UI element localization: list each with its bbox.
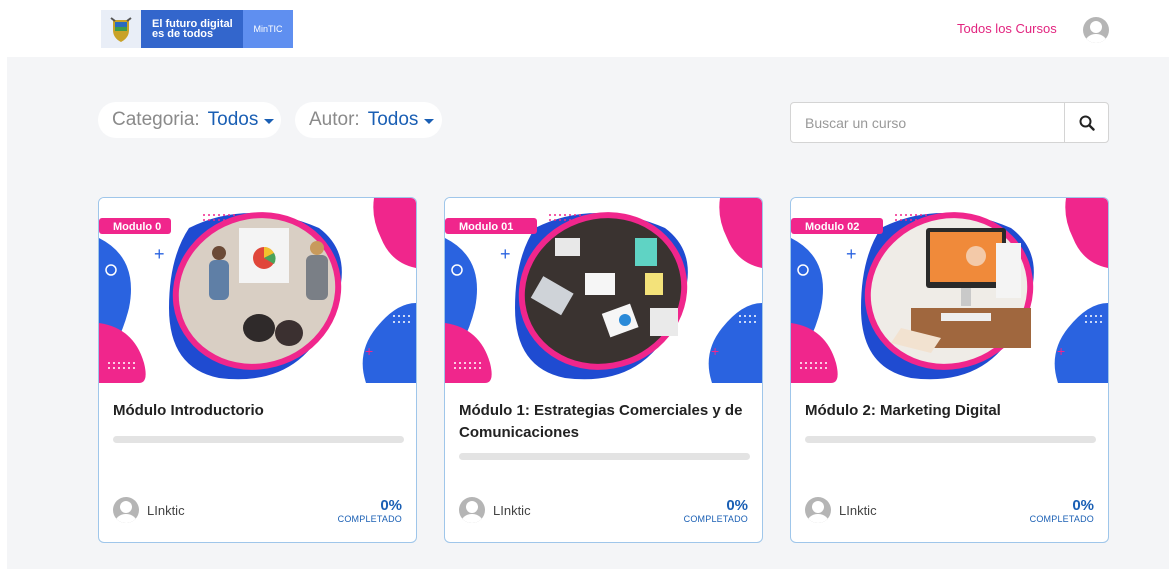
course-author: LInktic	[805, 497, 877, 523]
category-filter-label: Categoria:	[112, 109, 200, 130]
completion-percent: 0%	[726, 497, 748, 514]
search-box	[790, 102, 1109, 143]
category-filter-value[interactable]: Todos	[208, 109, 259, 131]
logo-text-block: El futuro digital es de todos	[141, 10, 243, 48]
svg-text:+: +	[1025, 210, 1033, 226]
author-name: LInktic	[839, 502, 877, 518]
logo-text: El futuro digital es de todos	[152, 18, 233, 40]
category-filter[interactable]: Categoria: Todos	[98, 102, 281, 138]
author-name: LInktic	[493, 502, 531, 518]
author-filter-label: Autor:	[309, 109, 360, 130]
mintic-badge: MinTIC	[243, 10, 293, 48]
course-banner-image[interactable]: Modulo 02 + + +	[791, 198, 1108, 383]
caret-down-icon	[424, 119, 435, 124]
svg-text:+: +	[846, 244, 857, 264]
completion-label: COMPLETADO	[1029, 514, 1094, 524]
caret-down-icon	[264, 119, 275, 124]
svg-text:+: +	[154, 244, 165, 264]
module-badge: Modulo 02	[805, 221, 859, 233]
course-card[interactable]: Modulo 0 + + + Módulo Introductorio LInk…	[98, 197, 417, 543]
user-avatar-icon[interactable]	[1083, 17, 1109, 43]
course-banner-image[interactable]: Modulo 01 + + +	[445, 198, 762, 383]
author-filter-value[interactable]: Todos	[368, 109, 419, 131]
svg-text:+: +	[711, 343, 719, 359]
author-filter[interactable]: Autor: Todos	[295, 102, 442, 138]
top-header: El futuro digital es de todos MinTIC Tod…	[0, 0, 1169, 57]
course-card[interactable]: Modulo 01 + + + Módulo 1: Estrategias Co…	[444, 197, 763, 543]
author-avatar-icon	[113, 497, 139, 523]
completion-percent: 0%	[380, 497, 402, 514]
course-progress-bar	[805, 436, 1096, 443]
svg-text:+: +	[333, 210, 341, 226]
course-title[interactable]: Módulo 2: Marketing Digital	[805, 400, 1100, 422]
course-banner-image[interactable]: Modulo 0 + + +	[99, 198, 416, 383]
svg-text:+: +	[1057, 343, 1065, 359]
author-name: LInktic	[147, 502, 185, 518]
coat-of-arms-icon	[101, 10, 141, 48]
course-card[interactable]: Modulo 02 + + + Módulo 2: Marketing Digi…	[790, 197, 1109, 543]
completion-percent: 0%	[1072, 497, 1094, 514]
gov-logo[interactable]: El futuro digital es de todos MinTIC	[101, 10, 293, 48]
course-author: LInktic	[113, 497, 185, 523]
module-badge: Modulo 0	[113, 221, 161, 233]
course-author: LInktic	[459, 497, 531, 523]
search-icon	[1079, 115, 1095, 131]
course-title[interactable]: Módulo Introductorio	[113, 400, 408, 422]
course-progress-bar	[113, 436, 404, 443]
svg-text:+: +	[365, 343, 373, 359]
course-completion: 0% COMPLETADO	[1030, 497, 1094, 524]
search-input[interactable]	[791, 103, 1064, 142]
module-badge: Modulo 01	[459, 221, 513, 233]
search-button[interactable]	[1064, 103, 1108, 142]
author-avatar-icon	[805, 497, 831, 523]
completion-label: COMPLETADO	[683, 514, 748, 524]
course-progress-bar	[459, 453, 750, 460]
all-courses-link[interactable]: Todos los Cursos	[957, 21, 1057, 36]
course-completion: 0% COMPLETADO	[684, 497, 748, 524]
main-content: Categoria: Todos Autor: Todos Buscar un …	[7, 57, 1169, 569]
svg-text:+: +	[500, 244, 511, 264]
course-completion: 0% COMPLETADO	[338, 497, 402, 524]
author-avatar-icon	[459, 497, 485, 523]
svg-text:+: +	[679, 210, 687, 226]
completion-label: COMPLETADO	[337, 514, 402, 524]
course-title[interactable]: Módulo 1: Estrategias Comerciales y de C…	[459, 400, 754, 444]
